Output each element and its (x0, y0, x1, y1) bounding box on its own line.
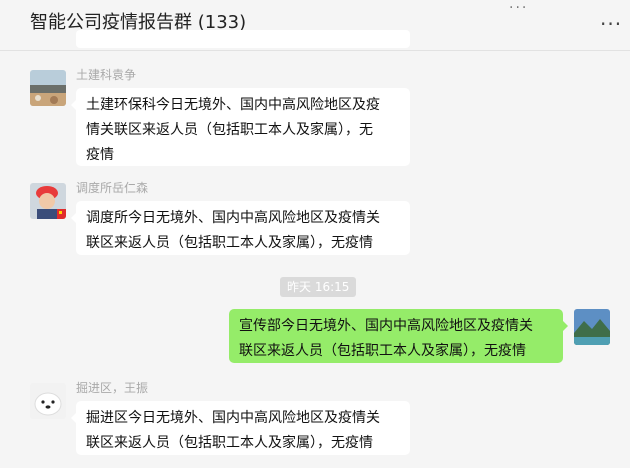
previous-message-bubble (76, 30, 410, 48)
message-text-line: 调度所今日无境外、国内中高风险地区及疫情关 (86, 210, 380, 226)
message-text-line: 情关联区来返人员（包括职工本人及家属），无 (86, 122, 373, 138)
more-icon[interactable]: ··· (600, 12, 622, 36)
sender-name: 掘进区，王振 (76, 381, 149, 395)
window-controls[interactable]: ... (509, 0, 528, 12)
avatar-self[interactable] (574, 309, 610, 345)
dog-avatar-icon (30, 383, 66, 419)
sender-name: 土建科袁争 (76, 68, 137, 82)
message-bubble[interactable]: 土建环保科今日无境外、国内中高风险地区及疫 情关联区来返人员（包括职工本人及家属… (71, 88, 410, 166)
message-text-line: 宣传部今日无境外、国内中高风险地区及疫情关 (239, 318, 533, 334)
message-bubble[interactable]: 调度所今日无境外、国内中高风险地区及疫情关 联区来返人员（包括职工本人及家属），… (71, 201, 410, 255)
avatar[interactable] (30, 183, 66, 219)
message-text-line: 掘进区今日无境外、国内中高风险地区及疫情关 (86, 410, 380, 426)
mountain-avatar-icon (574, 309, 610, 345)
timestamp: 昨天 16:15 (280, 277, 357, 297)
avatar[interactable] (30, 70, 66, 106)
message-text-line: 土建环保科今日无境外、国内中高风险地区及疫 (86, 97, 380, 113)
message-text-line: 联区来返人员（包括职工本人及家属），无疫情 (86, 435, 373, 451)
message-text-line: 联区来返人员（包括职工本人及家属），无疫情 (239, 343, 526, 359)
message-bubble[interactable]: 掘进区今日无境外、国内中高风险地区及疫情关 联区来返人员（包括职工本人及家属），… (71, 401, 410, 455)
sender-name: 调度所岳仁森 (76, 181, 149, 195)
person-avatar-icon (30, 183, 66, 219)
avatar[interactable] (30, 383, 66, 419)
landscape-avatar-icon (30, 70, 66, 106)
message-text-line: 疫情 (86, 147, 114, 163)
message-text-line: 联区来返人员（包括职工本人及家属），无疫情 (86, 235, 373, 251)
message-bubble-self[interactable]: 宣传部今日无境外、国内中高风险地区及疫情关 联区来返人员（包括职工本人及家属），… (229, 309, 568, 363)
